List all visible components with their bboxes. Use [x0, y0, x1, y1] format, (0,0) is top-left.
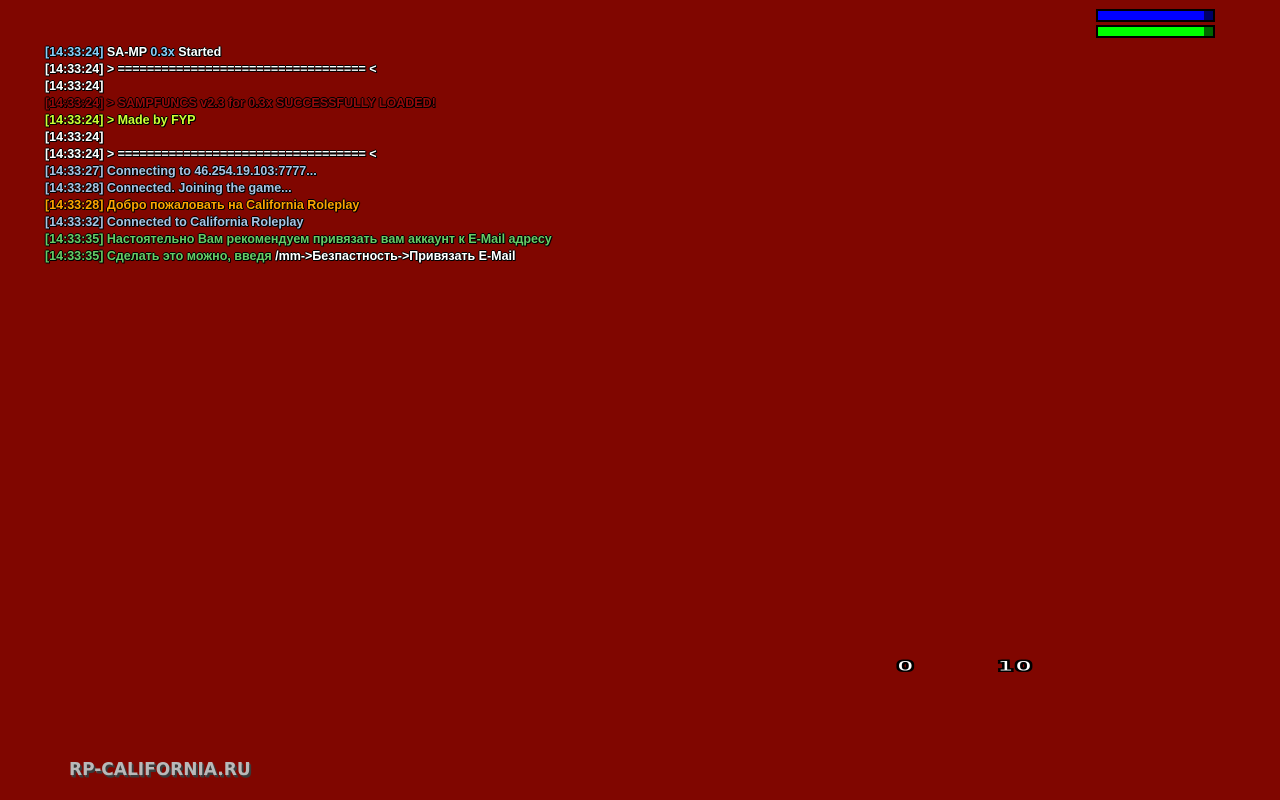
chat-timestamp: [14:33:35] — [45, 232, 104, 246]
armor-bar-fill — [1098, 11, 1204, 20]
health-bar — [1096, 25, 1215, 38]
chat-line: [14:33:24] > ===========================… — [45, 61, 745, 78]
health-bar-fill — [1098, 27, 1204, 36]
chat-message-text: Connecting to 46.254.19.103:7777... — [103, 164, 317, 178]
chat-line: [14:33:35] Настоятельно Вам рекомендуем … — [45, 231, 745, 248]
chat-line: [14:33:24] SA-MP 0.3x Started — [45, 44, 745, 61]
chat-message-text: SA-MP — [103, 45, 151, 59]
chat-line: [14:33:24] — [45, 78, 745, 95]
chat-timestamp: [14:33:24] — [45, 113, 104, 127]
chat-message-text: Сделать это можно, введя — [103, 249, 276, 263]
chat-message-text: > ================================== < — [103, 147, 377, 161]
chat-message-text: Добро пожаловать на California Roleplay — [103, 198, 360, 212]
chat-timestamp: [14:33:24] — [45, 147, 104, 161]
ammo-total: 10 — [996, 659, 1034, 676]
chat-timestamp: [14:33:24] — [45, 45, 104, 59]
chat-line: [14:33:24] — [45, 129, 745, 146]
chat-line: [14:33:24] > ===========================… — [45, 146, 745, 163]
chat-line: [14:33:35] Сделать это можно, введя /mm-… — [45, 248, 745, 265]
chat-line: [14:33:28] Connected. Joining the game..… — [45, 180, 745, 197]
chat-message-text: Connected to California Roleplay — [103, 215, 304, 229]
chat-line: [14:33:28] Добро пожаловать на Californi… — [45, 197, 745, 214]
armor-bar — [1096, 9, 1215, 22]
hud-status-bars — [1096, 9, 1215, 41]
chat-message-text: Настоятельно Вам рекомендуем привязать в… — [103, 232, 552, 246]
weapon-ammo-counter: 0 10 — [896, 659, 1057, 679]
chat-log: [14:33:24] SA-MP 0.3x Started [14:33:24] … — [45, 44, 745, 265]
chat-line: [14:33:27] Connecting to 46.254.19.103:7… — [45, 163, 745, 180]
chat-timestamp: [14:33:28] — [45, 198, 104, 212]
chat-timestamp: [14:33:27] — [45, 164, 104, 178]
chat-timestamp: [14:33:35] — [45, 249, 104, 263]
server-logo: RP-CALIFORNIA.RU — [69, 759, 251, 781]
chat-line: [14:33:32] Connected to California Rolep… — [45, 214, 745, 231]
chat-message-text: 0.3x — [150, 45, 175, 59]
chat-message-text: > SAMPFUNCS v2.3 for 0.3x SUCCESSFULLY L… — [103, 96, 436, 110]
chat-timestamp: [14:33:24] — [45, 130, 104, 144]
chat-message-text: Started — [174, 45, 222, 59]
chat-timestamp: [14:33:24] — [45, 96, 104, 110]
chat-message-text: Connected. Joining the game... — [103, 181, 292, 195]
chat-timestamp: [14:33:24] — [45, 79, 104, 93]
chat-message-text: /mm->Безпастность->Привязать E-Mail — [275, 249, 516, 263]
chat-timestamp: [14:33:24] — [45, 62, 104, 76]
chat-line: [14:33:24] > Made by FYP — [45, 112, 745, 129]
chat-line: [14:33:24] > SAMPFUNCS v2.3 for 0.3x SUC… — [45, 95, 745, 112]
chat-timestamp: [14:33:28] — [45, 181, 104, 195]
chat-timestamp: [14:33:32] — [45, 215, 104, 229]
chat-message-text: > ================================== < — [103, 62, 377, 76]
ammo-clip: 0 — [896, 659, 916, 676]
chat-message-text: > Made by FYP — [103, 113, 196, 127]
